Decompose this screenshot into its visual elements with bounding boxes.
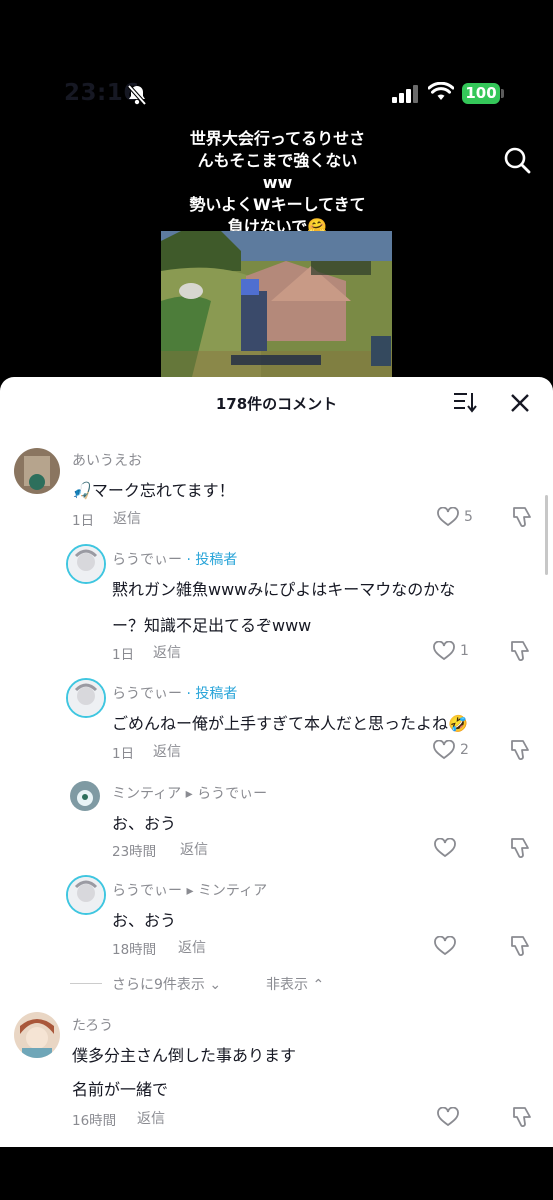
- comment-time: 1日: [72, 513, 95, 529]
- comment-time: 1日: [112, 746, 135, 762]
- reply-button[interactable]: 返信: [153, 642, 181, 662]
- comment-text: お、おう: [112, 911, 177, 930]
- reply-button[interactable]: 返信: [153, 741, 181, 761]
- comment-time: 1日: [112, 647, 135, 663]
- comment-text: ー？知識不足出てるぞwww: [112, 616, 312, 635]
- comment-time: 18時間: [112, 942, 157, 958]
- reply-button[interactable]: 返信: [180, 839, 208, 859]
- comment-text: お、おう: [112, 814, 177, 833]
- avatar[interactable]: [66, 678, 106, 718]
- comment-author[interactable]: らうでぃー · 投稿者: [112, 549, 237, 569]
- avatar[interactable]: [66, 544, 106, 584]
- author-name[interactable]: らうでぃー: [112, 883, 182, 899]
- heart-icon[interactable]: [433, 739, 455, 764]
- bottom-bar: [0, 1147, 553, 1200]
- reply-button[interactable]: 返信: [113, 508, 141, 528]
- comment-author[interactable]: ミンティア ▸ らうでぃー: [112, 783, 267, 803]
- comment-time: 16時間: [72, 1113, 117, 1129]
- comment-author[interactable]: たろう: [72, 1015, 113, 1035]
- search-icon[interactable]: [503, 146, 531, 178]
- like-count: 1: [460, 643, 469, 659]
- dislike-icon[interactable]: [509, 640, 531, 666]
- reply-button[interactable]: 返信: [137, 1108, 165, 1128]
- hide-replies-button[interactable]: 非表示 ⌃: [266, 974, 324, 994]
- dislike-icon[interactable]: [509, 837, 531, 863]
- dislike-icon[interactable]: [511, 1106, 533, 1132]
- status-bar: [0, 0, 553, 60]
- comment-author[interactable]: らうでぃー ▸ ミンティア: [112, 880, 267, 900]
- reply-arrow-icon: ▸: [186, 883, 194, 899]
- battery-indicator: 100: [462, 83, 500, 104]
- reply-arrow-icon: ▸: [185, 786, 193, 802]
- author-name[interactable]: ミンティア: [112, 786, 181, 802]
- sort-icon[interactable]: [453, 391, 477, 417]
- reply-to-name[interactable]: ミンティア: [198, 883, 267, 899]
- comment-author[interactable]: らうでぃー · 投稿者: [112, 683, 237, 703]
- chevron-up-icon: ⌃: [312, 977, 325, 993]
- dislike-icon[interactable]: [509, 739, 531, 765]
- video-caption: 世界大会行ってるりせさ んもそこまで強くない ww 勢いよくWキーしてきて 負け…: [160, 128, 395, 238]
- avatar[interactable]: [70, 781, 100, 811]
- avatar[interactable]: [14, 1012, 60, 1058]
- comment-text: ごめんねー俺が上手すぎて本人だと思ったよね🤣: [112, 714, 468, 733]
- comment-text: 名前が一緒で: [72, 1080, 169, 1099]
- reply-to-name[interactable]: らうでぃー: [197, 786, 267, 802]
- comment-author[interactable]: あいうえお: [72, 450, 142, 470]
- comment-text: 黙れガン雑魚wwwみにぴよはキーマウなのかな: [112, 580, 456, 599]
- author-badge: · 投稿者: [186, 686, 238, 702]
- comment-text: 🎣マーク忘れてます！: [72, 481, 235, 500]
- heart-icon[interactable]: [434, 837, 456, 862]
- heart-icon[interactable]: [437, 1106, 459, 1131]
- like-count: 5: [464, 509, 473, 525]
- like-count: 2: [460, 742, 469, 758]
- hide-label[interactable]: 非表示: [266, 977, 308, 993]
- show-more-label[interactable]: さらに9件表示: [112, 977, 205, 993]
- avatar[interactable]: [66, 875, 106, 915]
- show-more-replies-button[interactable]: さらに9件表示 ⌄: [112, 974, 221, 994]
- cellular-signal-icon: [392, 85, 420, 107]
- close-icon[interactable]: [510, 393, 530, 417]
- wifi-icon: [427, 81, 455, 106]
- bell-muted-icon: [126, 84, 148, 110]
- heart-icon[interactable]: [437, 506, 459, 531]
- caption-line: 世界大会行ってるりせさ: [189, 129, 366, 148]
- author-name[interactable]: らうでぃー: [112, 552, 182, 568]
- comment-text: 僕多分主さん倒した事あります: [72, 1046, 297, 1065]
- dislike-icon[interactable]: [511, 506, 533, 532]
- divider: [70, 983, 102, 984]
- caption-line: ww: [262, 173, 293, 192]
- reply-button[interactable]: 返信: [178, 937, 206, 957]
- scrollbar[interactable]: [545, 495, 548, 575]
- author-name[interactable]: らうでぃー: [112, 686, 182, 702]
- dislike-icon[interactable]: [509, 935, 531, 961]
- heart-icon[interactable]: [434, 935, 456, 960]
- comment-time: 23時間: [112, 844, 157, 860]
- avatar[interactable]: [14, 448, 60, 494]
- battery-tip: [501, 89, 504, 98]
- chevron-down-icon: ⌄: [209, 977, 222, 993]
- video-player[interactable]: [161, 231, 392, 381]
- caption-line: 勢いよくWキーしてきて: [189, 195, 366, 214]
- caption-line: んもそこまで強くない: [197, 151, 358, 170]
- author-badge: · 投稿者: [186, 552, 238, 568]
- heart-icon[interactable]: [433, 640, 455, 665]
